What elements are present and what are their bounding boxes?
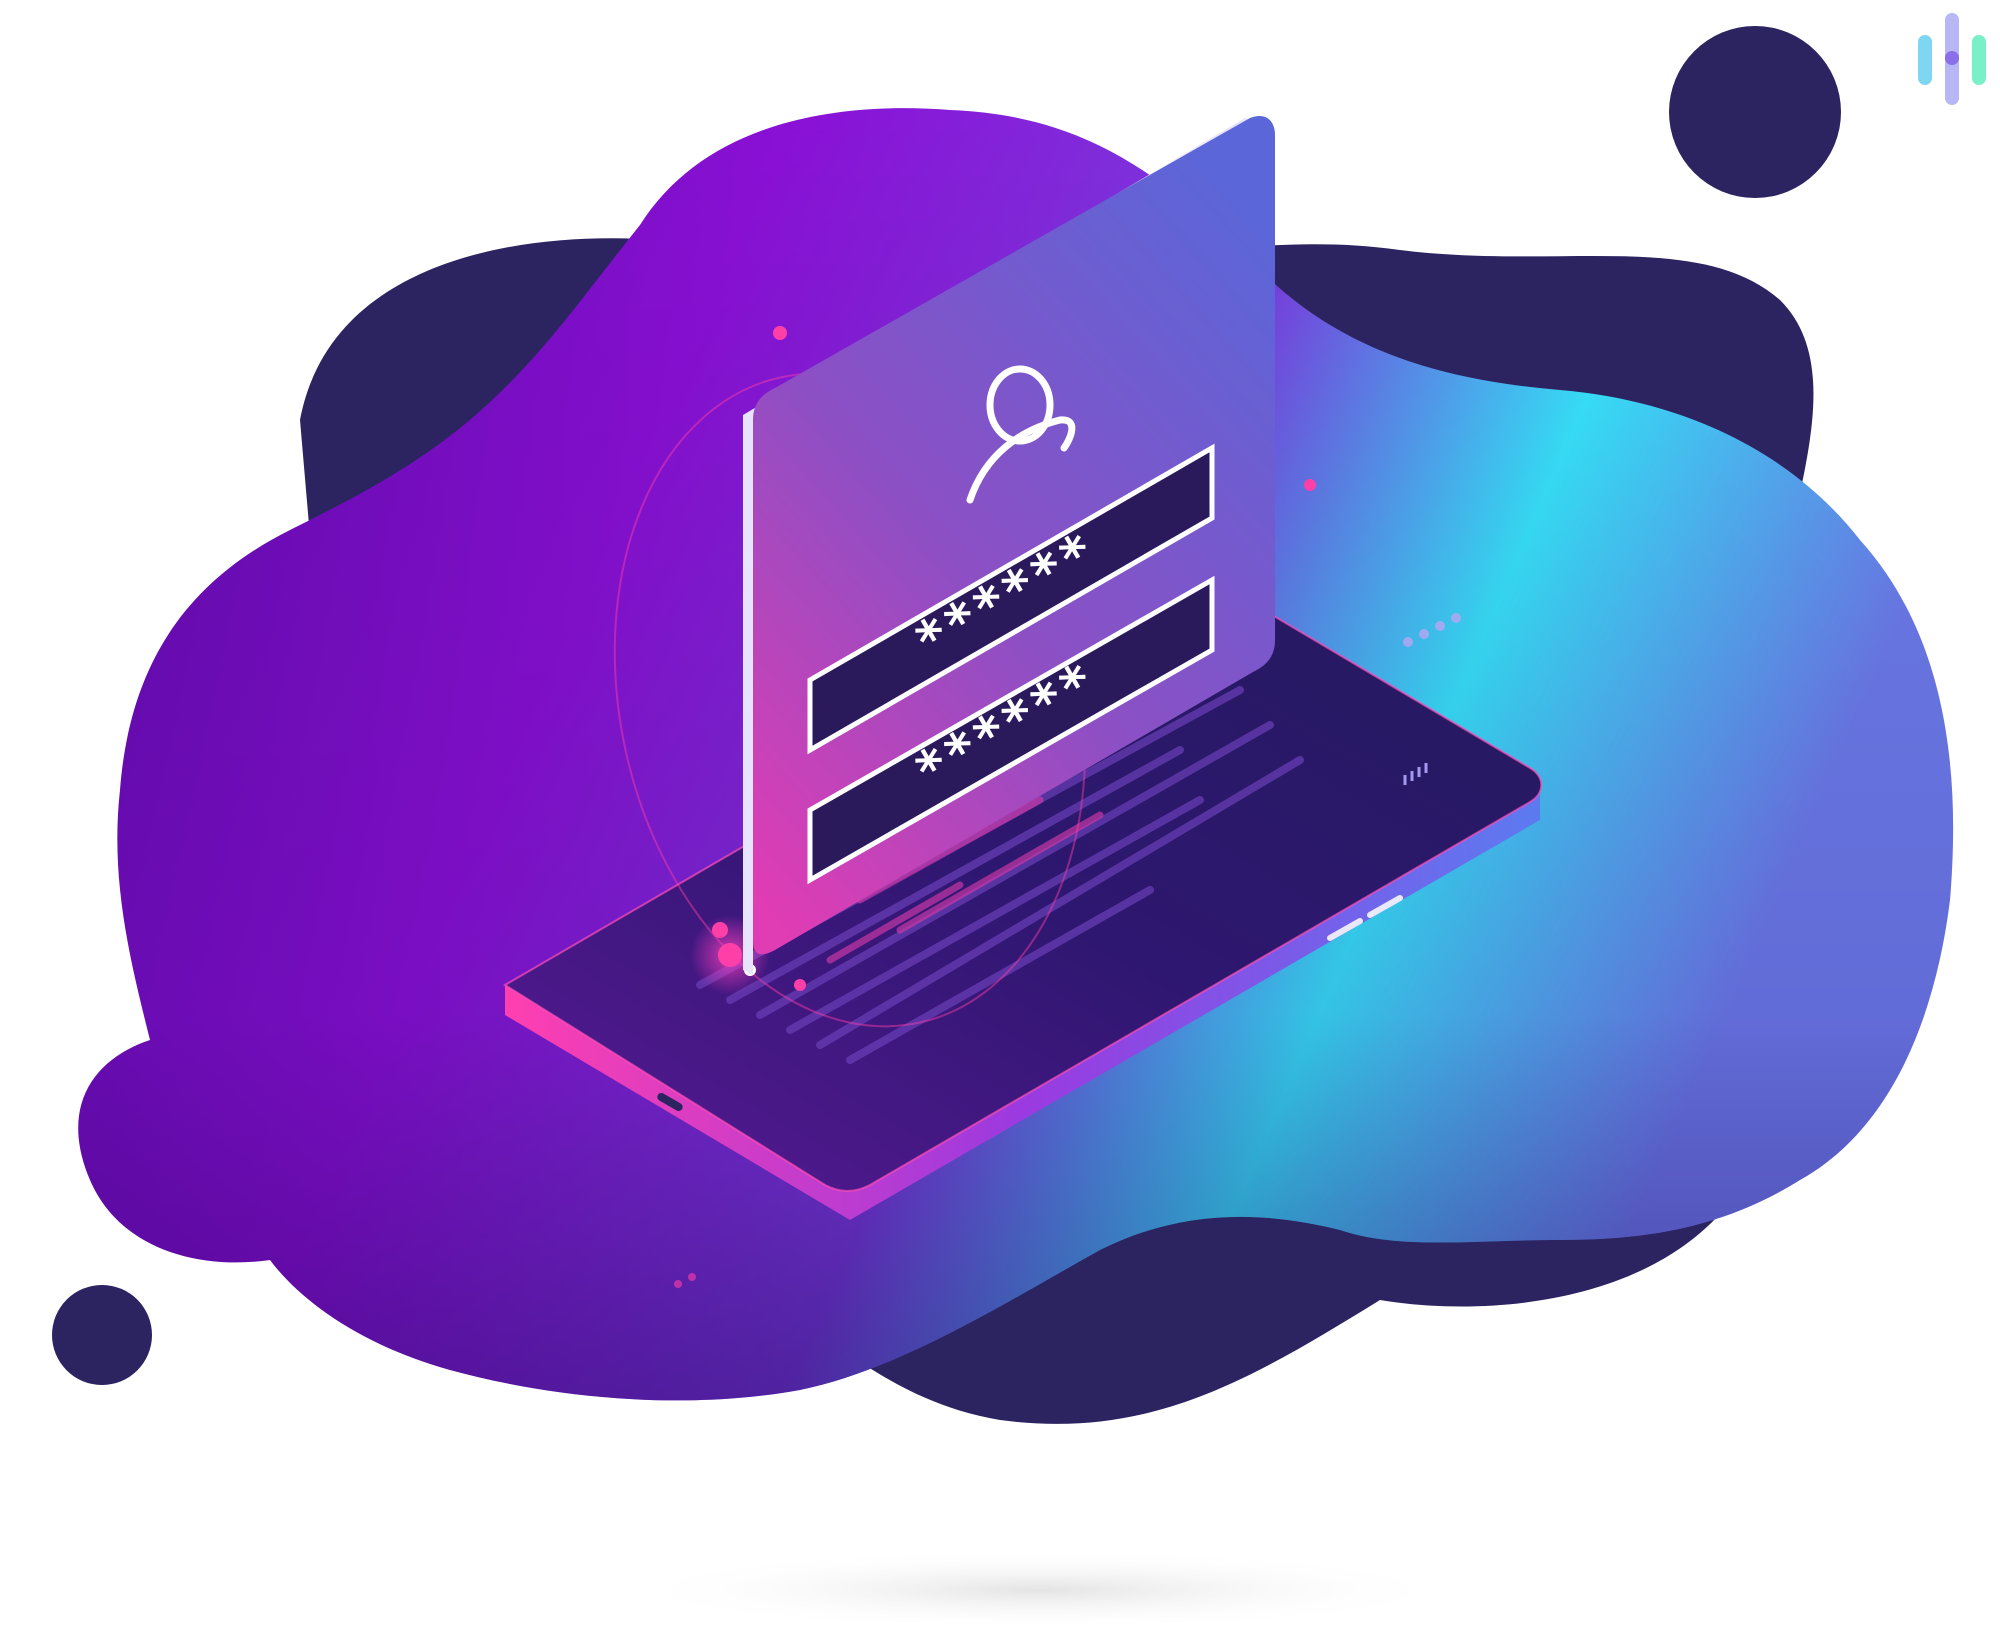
dark-circle-bottom-left — [52, 1285, 152, 1385]
login-security-illustration: ****** ****** — [52, 13, 1986, 1630]
sparkle — [773, 326, 787, 340]
illustration-stage: ****** ****** — [0, 0, 2000, 1641]
floor-shadow — [620, 1550, 1460, 1630]
dark-circle-top-right — [1669, 26, 1841, 198]
glow-node — [794, 979, 806, 991]
glow-node — [712, 922, 728, 938]
brand-bars-icon — [1918, 13, 1986, 105]
glow-node — [718, 943, 742, 967]
sparkle — [1304, 479, 1316, 491]
